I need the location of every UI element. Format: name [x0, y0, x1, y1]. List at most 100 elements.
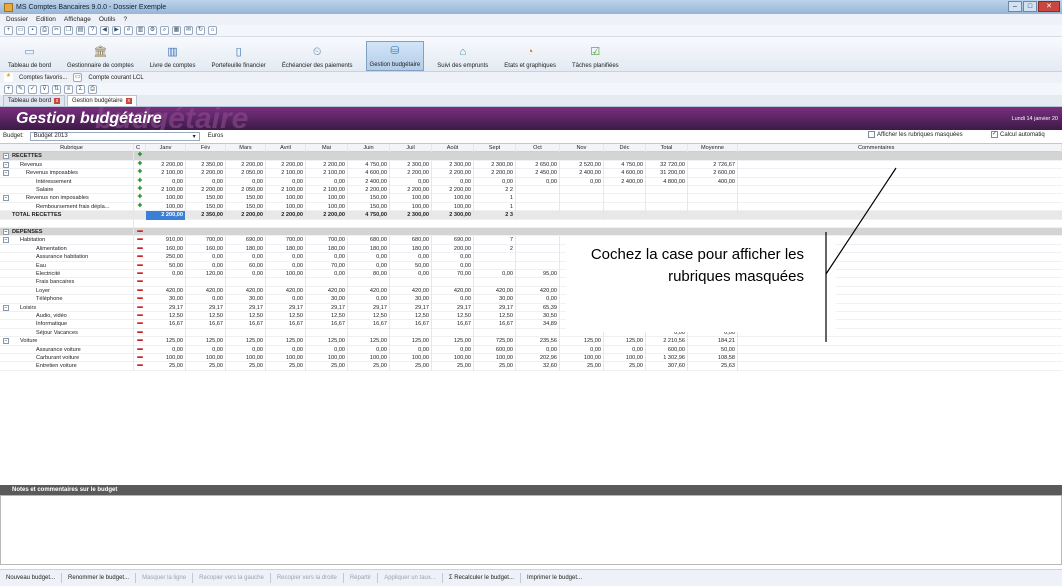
mail-icon[interactable]: ✉: [184, 26, 193, 35]
expand-toggle-icon[interactable]: −: [3, 304, 9, 311]
value-cell[interactable]: 202,96: [516, 354, 560, 363]
value-cell[interactable]: 0,00: [348, 261, 390, 270]
value-cell[interactable]: 70,00: [432, 270, 474, 279]
table-row[interactable]: Alimentation ▬ 160,00 160,00 180,00 180,00 180…: [0, 244, 1062, 254]
column-header[interactable]: Janv: [146, 144, 186, 153]
value-cell[interactable]: [390, 328, 432, 338]
back-icon[interactable]: ◀: [100, 26, 109, 35]
value-cell[interactable]: 0,00: [516, 345, 560, 354]
value-cell[interactable]: 4 800,00: [646, 177, 688, 186]
value-cell[interactable]: [266, 328, 306, 338]
value-cell[interactable]: 307,60: [646, 362, 688, 371]
nav-button-6[interactable]: ⌂ Suivi des emprunts: [434, 43, 491, 71]
value-cell[interactable]: 29,17: [146, 303, 186, 312]
close-tab-icon[interactable]: x: [54, 98, 61, 104]
value-cell[interactable]: 0,00: [474, 270, 516, 279]
value-cell[interactable]: 12,50: [226, 312, 266, 321]
search-icon[interactable]: ⌕: [160, 26, 169, 35]
value-cell[interactable]: 31 200,00: [646, 169, 688, 178]
column-header[interactable]: Juin: [348, 144, 390, 153]
value-cell[interactable]: [516, 202, 560, 212]
auto-calc-checkbox[interactable]: ✓: [991, 131, 998, 138]
value-cell[interactable]: 125,00: [226, 337, 266, 346]
paste-icon[interactable]: ▤: [76, 26, 85, 35]
tab-gestion-budgetaire[interactable]: Gestion budgétaire x: [67, 95, 137, 106]
value-cell[interactable]: 29,17: [266, 303, 306, 312]
value-cell[interactable]: 0,00: [560, 345, 604, 354]
value-cell[interactable]: 600,00: [646, 345, 688, 354]
value-cell[interactable]: 0,00: [432, 345, 474, 354]
home-icon[interactable]: ⌂: [208, 26, 217, 35]
value-cell[interactable]: 680,00: [348, 236, 390, 245]
minimize-button[interactable]: –: [1008, 1, 1022, 12]
value-cell[interactable]: [390, 278, 432, 287]
value-cell[interactable]: 0,00: [560, 177, 604, 186]
value-cell[interactable]: 0,00: [266, 295, 306, 304]
value-cell[interactable]: 30,50: [516, 312, 560, 321]
value-cell[interactable]: 12,50: [474, 312, 516, 321]
value-cell[interactable]: 2 210,56: [646, 337, 688, 346]
value-cell[interactable]: 80,00: [348, 270, 390, 279]
value-cell[interactable]: 16,67: [146, 320, 186, 329]
value-cell[interactable]: 235,56: [516, 337, 560, 346]
auto-calc-option[interactable]: ✓ Calcul automatiq: [991, 131, 1045, 138]
value-cell[interactable]: [186, 328, 226, 338]
value-cell[interactable]: 420,00: [146, 286, 186, 296]
value-cell[interactable]: [688, 194, 738, 203]
show-hidden-checkbox[interactable]: [868, 131, 875, 138]
value-cell[interactable]: 180,00: [226, 244, 266, 254]
value-cell[interactable]: 50,00: [390, 261, 432, 270]
value-cell[interactable]: 0,00: [226, 270, 266, 279]
value-cell[interactable]: 50,00: [146, 261, 186, 270]
value-cell[interactable]: 0,00: [226, 253, 266, 262]
value-cell[interactable]: [646, 202, 688, 212]
action-button-8[interactable]: Imprimer le budget...: [527, 575, 582, 581]
value-cell[interactable]: [474, 278, 516, 287]
value-cell[interactable]: 100,00: [390, 194, 432, 203]
save-icon[interactable]: ▪: [28, 26, 37, 35]
value-cell[interactable]: 2 100,00: [306, 169, 348, 178]
value-cell[interactable]: 180,00: [348, 244, 390, 254]
value-cell[interactable]: 25,00: [432, 362, 474, 371]
value-cell[interactable]: 0,00: [306, 253, 348, 262]
value-cell[interactable]: 180,00: [306, 244, 348, 254]
value-cell[interactable]: 0,00: [348, 345, 390, 354]
value-cell[interactable]: 200,00: [432, 244, 474, 254]
value-cell[interactable]: 180,00: [266, 244, 306, 254]
value-cell[interactable]: 420,00: [186, 286, 226, 296]
value-cell[interactable]: [646, 194, 688, 203]
value-cell[interactable]: 25,00: [390, 362, 432, 371]
value-cell[interactable]: 160,00: [146, 244, 186, 254]
value-cell[interactable]: 100,00: [146, 202, 186, 212]
value-cell[interactable]: 2 200,00: [390, 186, 432, 195]
value-cell[interactable]: 420,00: [390, 286, 432, 296]
value-cell[interactable]: 125,00: [186, 337, 226, 346]
action-button-7[interactable]: Σ Recalculer le budget...: [449, 575, 514, 581]
value-cell[interactable]: 2 050,00: [226, 169, 266, 178]
column-header[interactable]: Rubrique: [10, 144, 134, 153]
value-cell[interactable]: 32 720,00: [646, 160, 688, 170]
column-header[interactable]: Sept: [474, 144, 516, 153]
value-cell[interactable]: 420,00: [432, 286, 474, 296]
value-cell[interactable]: 100,00: [390, 202, 432, 212]
value-cell[interactable]: 0,00: [516, 177, 560, 186]
value-cell[interactable]: 2 520,00: [560, 160, 604, 170]
value-cell[interactable]: 0,00: [146, 345, 186, 354]
expand-toggle-icon[interactable]: −: [3, 161, 9, 168]
value-cell[interactable]: 100,00: [266, 194, 306, 203]
value-cell[interactable]: [432, 328, 474, 338]
value-cell[interactable]: 100,00: [146, 194, 186, 203]
value-cell[interactable]: [516, 328, 560, 338]
value-cell[interactable]: 100,00: [432, 354, 474, 363]
value-cell[interactable]: 29,17: [226, 303, 266, 312]
value-cell[interactable]: 150,00: [348, 202, 390, 212]
value-cell[interactable]: 2 350,00: [186, 211, 226, 220]
value-cell[interactable]: 2 650,00: [516, 160, 560, 170]
value-cell[interactable]: 100,00: [474, 354, 516, 363]
value-cell[interactable]: 0,00: [390, 345, 432, 354]
nav-button-0[interactable]: ▭ Tableau de bord: [5, 43, 54, 71]
value-cell[interactable]: 125,00: [306, 337, 348, 346]
table-row[interactable]: Carburant voiture ▬ 100,00 100,00 100,00 100,…: [0, 354, 1062, 363]
value-cell[interactable]: 2 100,00: [266, 186, 306, 195]
expand-toggle-icon[interactable]: −: [3, 153, 9, 160]
